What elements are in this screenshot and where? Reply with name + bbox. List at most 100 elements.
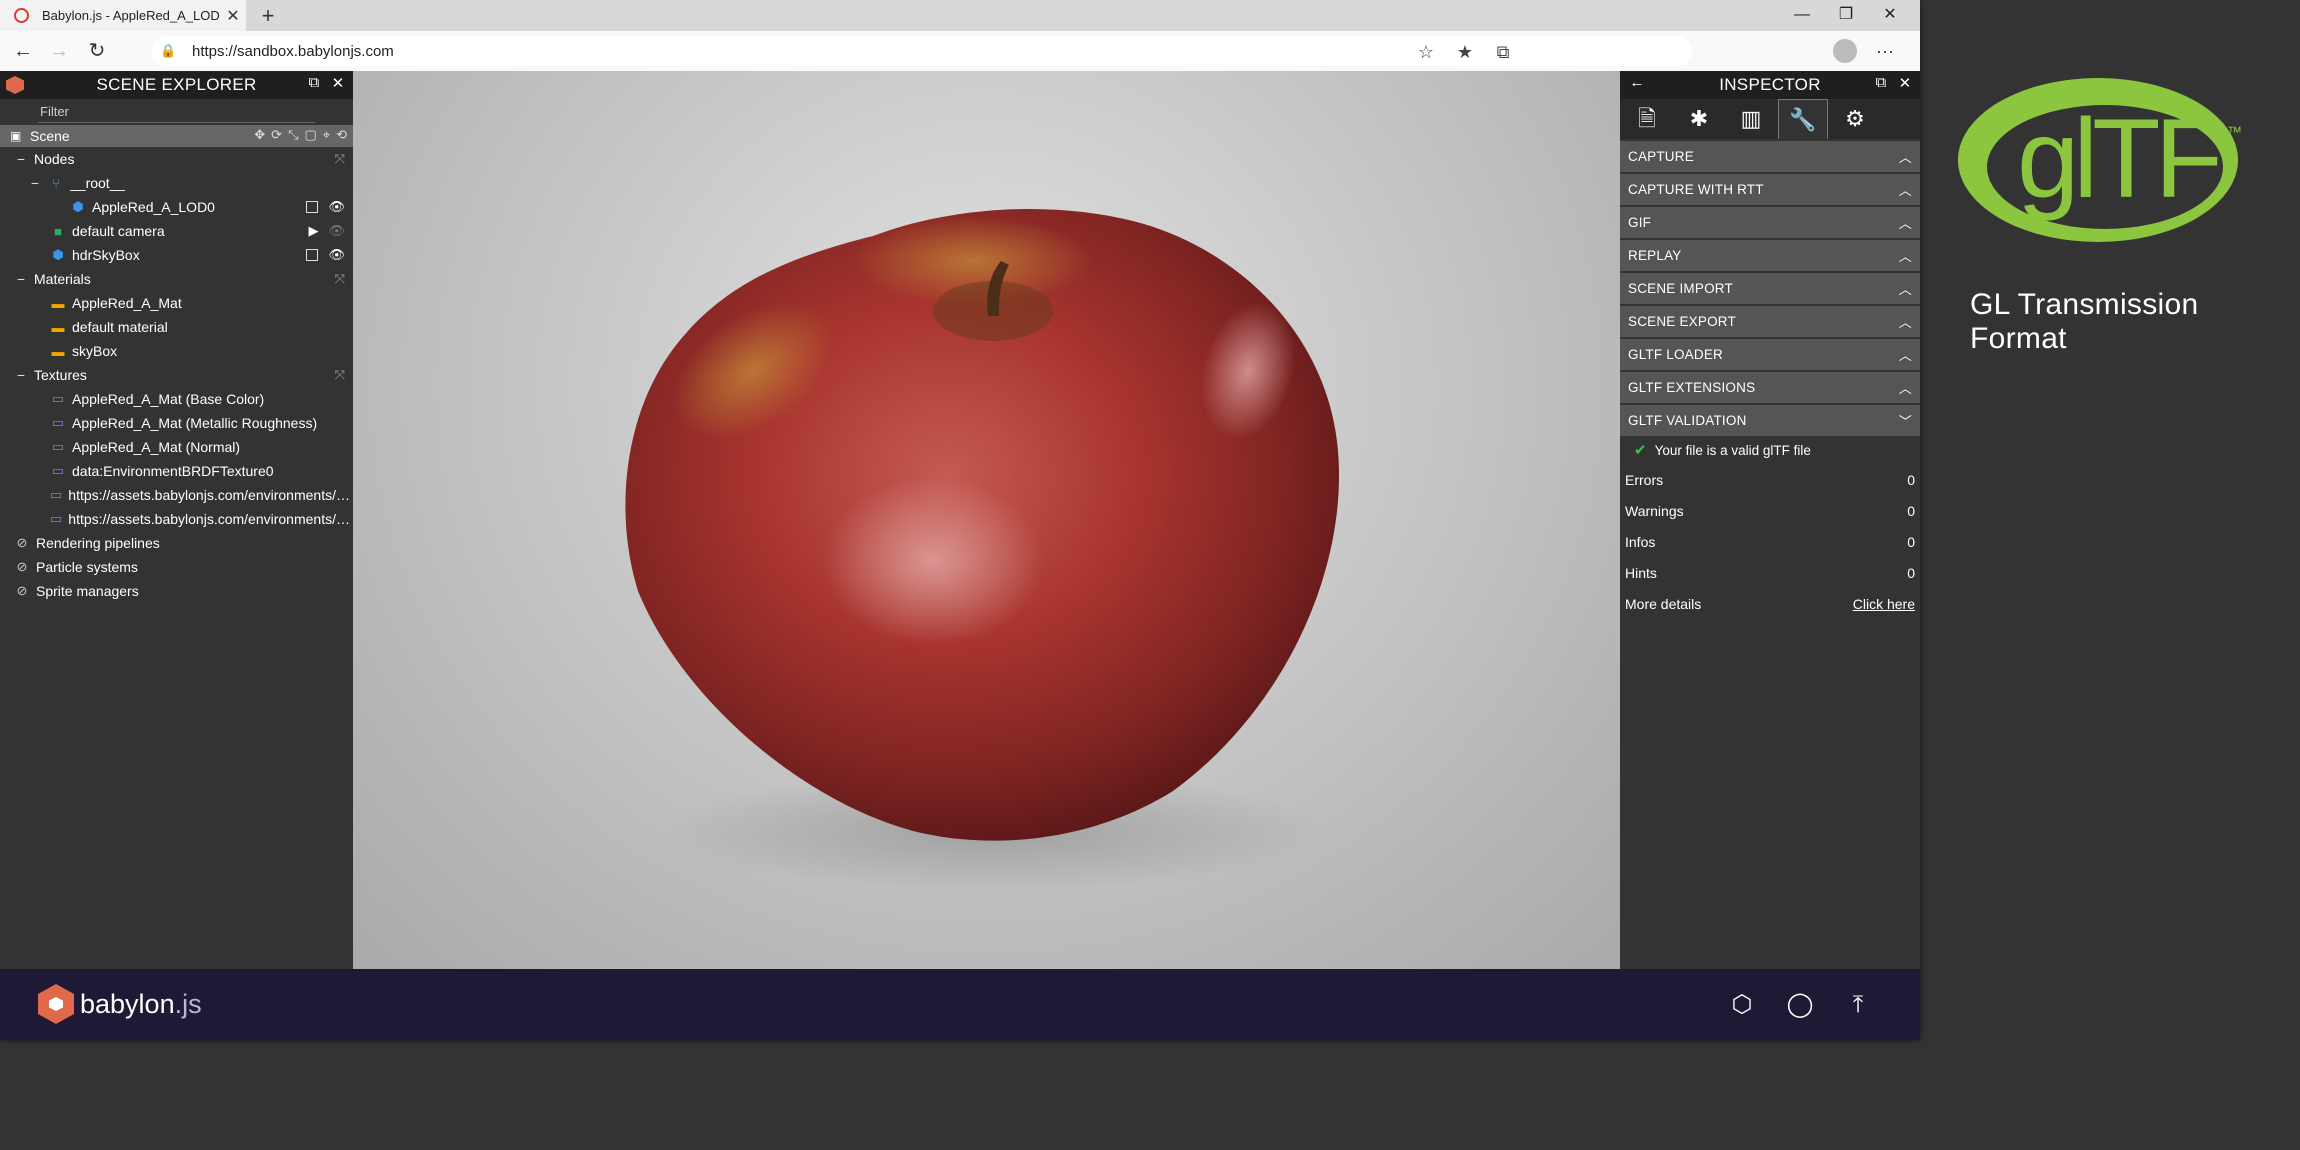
restore-icon[interactable]: ❐: [1824, 0, 1868, 31]
tree-material[interactable]: ▬ default material: [0, 315, 353, 339]
profile-avatar[interactable]: [1833, 39, 1857, 63]
collapse-minus-icon[interactable]: −: [14, 151, 28, 167]
texture-icon: ▭: [51, 463, 65, 478]
scene-icon: ▣: [10, 129, 22, 143]
refresh-icon[interactable]: ↻: [84, 39, 110, 65]
tree-texture[interactable]: ▭ https://assets.babylonjs.com/environme…: [0, 507, 350, 531]
texture-label: AppleRed_A_Mat (Normal): [72, 439, 241, 455]
collapse-minus-icon[interactable]: −: [14, 271, 28, 287]
active-camera-icon[interactable]: ▶: [308, 223, 318, 239]
picking-icon[interactable]: ⌖: [323, 127, 330, 143]
translate-gizmo-icon[interactable]: ✥: [254, 127, 265, 143]
refresh-scene-icon[interactable]: ⟲: [336, 127, 347, 143]
inspector-toggle-icon[interactable]: ◯: [1784, 989, 1816, 1021]
tree-sprite-managers[interactable]: ⊘ Sprite managers: [0, 579, 353, 603]
node-label: default camera: [72, 223, 165, 239]
popout-icon[interactable]: ⧉: [305, 74, 323, 94]
favorites-icon[interactable]: ★: [1452, 39, 1478, 65]
click-here-link[interactable]: Click here: [1853, 596, 1915, 612]
nodes-label: Nodes: [34, 151, 75, 167]
close-tab-icon[interactable]: ✕: [220, 6, 246, 26]
mesh-icon: ⬢: [72, 199, 84, 214]
settings-tab-icon[interactable]: ⚙: [1830, 99, 1880, 139]
address-bar: ← → ↻ 🔒 https://sandbox.babylonjs.com ☆ …: [0, 31, 1920, 72]
scale-gizmo-icon[interactable]: ⤡: [288, 127, 298, 143]
visibility-eye-icon[interactable]: 👁: [328, 223, 345, 239]
tree-material[interactable]: ▬ skyBox: [0, 339, 353, 363]
popout-icon[interactable]: ⧉: [1872, 74, 1890, 94]
filter-field[interactable]: Filter: [0, 99, 353, 125]
tree-node-camera[interactable]: ■ default camera ▶ 👁: [0, 219, 353, 243]
texture-label: https://assets.babylonjs.com/environment…: [68, 487, 350, 503]
tree-texture[interactable]: ▭ AppleRed_A_Mat (Metallic Roughness): [0, 411, 350, 435]
environment-settings-icon[interactable]: ⬡: [1726, 989, 1758, 1021]
collapse-minus-icon[interactable]: −: [14, 367, 28, 383]
rotate-gizmo-icon[interactable]: ⟳: [271, 127, 282, 143]
collapse-all-icon[interactable]: ⤧: [335, 151, 345, 167]
section-gltf-loader[interactable]: GLTF LOADER ︿: [1620, 339, 1920, 370]
tree-texture[interactable]: ▭ https://assets.babylonjs.com/environme…: [0, 483, 350, 507]
tree-particle-systems[interactable]: ⊘ Particle systems: [0, 555, 353, 579]
forward-icon[interactable]: →: [46, 39, 72, 65]
nodes-group[interactable]: − Nodes ⤧: [0, 147, 353, 171]
section-gltf-validation[interactable]: GLTF VALIDATION ﹀: [1620, 405, 1920, 436]
stat-row-errors: Errors 0: [1620, 464, 1920, 495]
new-tab-icon[interactable]: +: [255, 3, 281, 29]
section-replay[interactable]: REPLAY ︿: [1620, 240, 1920, 271]
tree-node-root[interactable]: − ⑂ __root__: [0, 171, 353, 195]
tab-title: Babylon.js - AppleRed_A_LOD0.gl: [42, 8, 220, 23]
section-scene-export[interactable]: SCENE EXPORT ︿: [1620, 306, 1920, 337]
close-panel-icon[interactable]: ✕: [329, 74, 347, 94]
tree-node-apple-mesh[interactable]: ⬢ AppleRed_A_LOD0 👁: [0, 195, 353, 219]
collapse-minus-icon[interactable]: −: [28, 175, 42, 191]
section-scene-import[interactable]: SCENE IMPORT ︿: [1620, 273, 1920, 304]
upload-icon[interactable]: ⤒: [1842, 989, 1874, 1021]
section-capture-rtt[interactable]: CAPTURE WITH RTT ︿: [1620, 174, 1920, 205]
window-close-icon[interactable]: ✕: [1868, 0, 1912, 31]
tree-material[interactable]: ▬ AppleRed_A_Mat: [0, 291, 353, 315]
scene-tools: ✥ ⟳ ⤡ ▢ ⌖ ⟲: [254, 127, 347, 143]
filter-placeholder: Filter: [40, 104, 69, 119]
textures-group[interactable]: − Textures ⤧: [0, 363, 353, 387]
section-gif[interactable]: GIF ︿: [1620, 207, 1920, 238]
chevron-up-icon: ︿: [1898, 381, 1912, 396]
tools-tab-icon[interactable]: 🔧: [1778, 99, 1828, 139]
material-icon: ▬: [51, 343, 65, 359]
gltf-subtitle: GL Transmission Format: [1970, 288, 2199, 355]
section-label: GLTF EXTENSIONS: [1628, 380, 1756, 395]
debug-tab-icon[interactable]: ✱: [1674, 99, 1724, 139]
back-icon[interactable]: ←: [10, 39, 36, 65]
browser-tab[interactable]: Babylon.js - AppleRed_A_LOD0.gl ✕: [0, 0, 246, 31]
tree-rendering-pipelines[interactable]: ⊘ Rendering pipelines: [0, 531, 353, 555]
bounding-box-icon[interactable]: ▢: [304, 127, 316, 143]
visibility-eye-icon[interactable]: 👁: [328, 199, 345, 215]
tree-node-skybox[interactable]: ⬢ hdrSkyBox 👁: [0, 243, 353, 267]
properties-tab-icon[interactable]: 🗎: [1622, 99, 1672, 139]
collapse-all-icon[interactable]: ⤧: [335, 367, 345, 383]
more-menu-icon[interactable]: ⋯: [1872, 39, 1898, 65]
section-capture[interactable]: CAPTURE ︿: [1620, 141, 1920, 172]
tree-texture[interactable]: ▭ AppleRed_A_Mat (Normal): [0, 435, 350, 459]
validation-result: ✔ Your file is a valid glTF file: [1620, 436, 1920, 464]
babylon-brand[interactable]: babylon.js: [80, 989, 202, 1020]
bounding-box-checkbox[interactable]: [306, 201, 319, 213]
back-arrow-icon[interactable]: ←: [1628, 74, 1646, 94]
chevron-up-icon: ︿: [1898, 183, 1912, 198]
materials-group[interactable]: − Materials ⤧: [0, 267, 353, 291]
collections-icon[interactable]: ⧉: [1490, 39, 1516, 65]
collapse-all-icon[interactable]: ⤧: [335, 271, 345, 287]
tree-texture[interactable]: ▭ AppleRed_A_Mat (Base Color): [0, 387, 350, 411]
visibility-eye-icon[interactable]: 👁: [328, 247, 345, 263]
scene-row[interactable]: ▣ Scene ✥ ⟳ ⤡ ▢ ⌖ ⟲: [0, 125, 353, 147]
statistics-tab-icon[interactable]: ▥: [1726, 99, 1776, 139]
inspector-header: ← INSPECTOR ⧉ ✕: [1620, 71, 1920, 99]
render-canvas[interactable]: [353, 71, 1620, 969]
minimize-icon[interactable]: —: [1780, 0, 1824, 31]
brand-ext: .js: [174, 989, 202, 1019]
close-panel-icon[interactable]: ✕: [1896, 74, 1914, 94]
bounding-box-checkbox[interactable]: [306, 249, 319, 261]
section-gltf-extensions[interactable]: GLTF EXTENSIONS ︿: [1620, 372, 1920, 403]
texture-icon: ▭: [51, 439, 65, 454]
add-favorite-icon[interactable]: ☆: [1413, 39, 1439, 65]
tree-texture[interactable]: ▭ data:EnvironmentBRDFTexture0: [0, 459, 350, 483]
